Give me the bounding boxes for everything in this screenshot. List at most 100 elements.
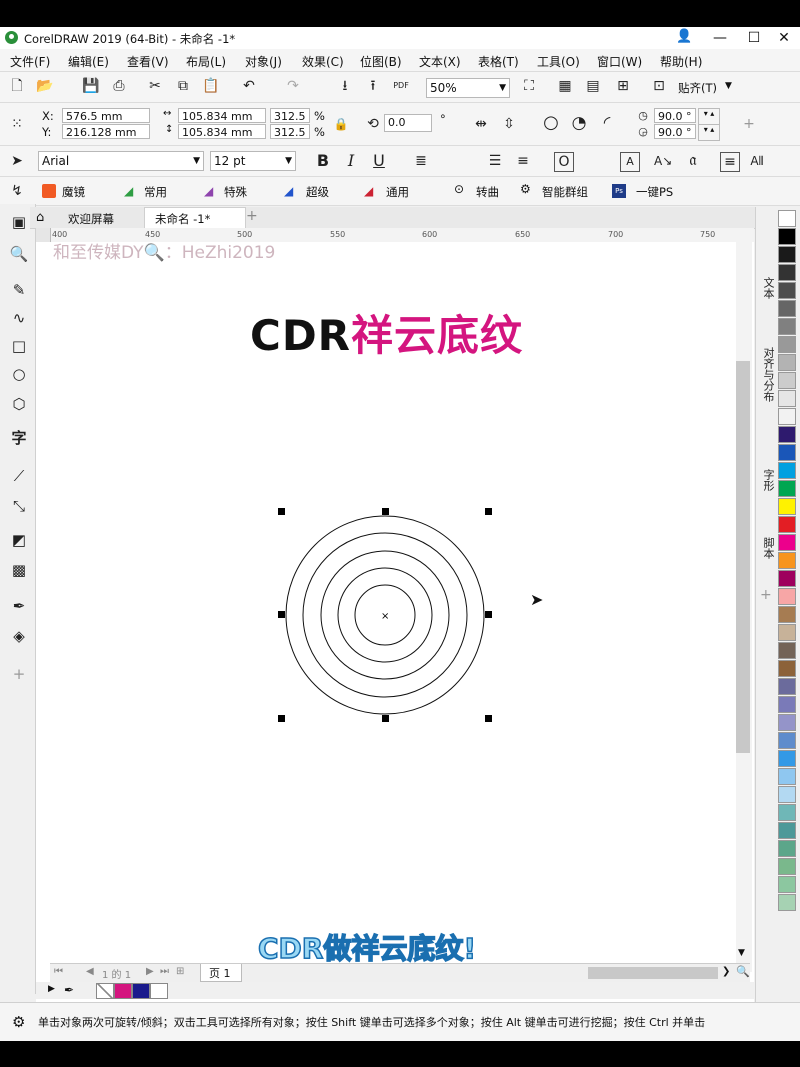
freehand-tool-icon[interactable]: ✎ bbox=[9, 280, 29, 300]
export-icon[interactable]: ⭱ bbox=[364, 77, 382, 95]
undo-icon[interactable]: ↶ bbox=[240, 77, 258, 95]
palette-swatch[interactable] bbox=[778, 390, 796, 407]
object-origin-icon[interactable]: ⁙ bbox=[8, 115, 26, 133]
eyedropper-icon[interactable]: ✒ bbox=[64, 983, 74, 997]
menu-help[interactable]: 帮助(H) bbox=[660, 53, 702, 70]
palette-swatch[interactable] bbox=[778, 822, 796, 839]
palette-swatch[interactable] bbox=[778, 498, 796, 515]
palette-swatch[interactable] bbox=[778, 678, 796, 695]
minimize-button[interactable]: — bbox=[706, 28, 734, 48]
snap-to-label[interactable]: 贴齐(T) bbox=[678, 80, 717, 96]
menu-tools[interactable]: 工具(O) bbox=[537, 53, 580, 70]
spinner-icon[interactable]: ▾ ▴ bbox=[698, 108, 720, 125]
palette-swatch[interactable] bbox=[778, 444, 796, 461]
palette-swatch[interactable] bbox=[778, 750, 796, 767]
cut-icon[interactable]: ✂ bbox=[146, 77, 164, 95]
zoom-tool-icon[interactable]: 🔍 bbox=[9, 244, 29, 264]
vertical-scroll-thumb[interactable] bbox=[736, 361, 750, 753]
palette-swatch[interactable] bbox=[778, 714, 796, 731]
palette-swatch[interactable] bbox=[778, 606, 796, 623]
docker-align-tab[interactable]: 对齐与分布 bbox=[760, 347, 776, 402]
paste-icon[interactable]: 📋 bbox=[202, 77, 220, 95]
lock-ratio-icon[interactable]: 🔒 bbox=[332, 115, 350, 133]
transparency-icon[interactable]: ▩ bbox=[9, 560, 29, 580]
zoom-navigator-icon[interactable]: 🔍 bbox=[736, 965, 750, 978]
node-tool-icon[interactable]: ↯ bbox=[8, 182, 26, 200]
palette-swatch[interactable] bbox=[778, 228, 796, 245]
palette-swatch[interactable] bbox=[778, 354, 796, 371]
char-format-icon[interactable]: A bbox=[620, 152, 640, 172]
parallel-dimension-icon[interactable]: ⟋ bbox=[9, 466, 29, 486]
first-page-icon[interactable]: ⏮ bbox=[54, 966, 63, 977]
selection-handle[interactable] bbox=[382, 508, 389, 515]
plugin-magic-mirror[interactable]: 魔镜 bbox=[62, 184, 85, 200]
text-tool-icon[interactable]: 字 bbox=[9, 428, 29, 448]
palette-swatch[interactable] bbox=[778, 840, 796, 857]
menu-bitmaps[interactable]: 位图(B) bbox=[360, 53, 402, 70]
selection-handle[interactable] bbox=[278, 611, 285, 618]
selection-handle[interactable] bbox=[278, 508, 285, 515]
chevron-down-icon[interactable]: ▼ bbox=[499, 79, 506, 97]
plugin-convert-curve[interactable]: 转曲 bbox=[476, 184, 499, 200]
menu-window[interactable]: 窗口(W) bbox=[597, 53, 642, 70]
next-page-icon[interactable]: ▶ bbox=[146, 966, 154, 977]
palette-swatch[interactable] bbox=[778, 246, 796, 263]
text-frame-list-icon[interactable]: ≡ bbox=[720, 152, 740, 172]
guidelines-icon[interactable]: ⊞ bbox=[614, 77, 632, 95]
palette-swatch[interactable] bbox=[778, 516, 796, 533]
palette-swatch[interactable] bbox=[778, 588, 796, 605]
pick-tool-icon[interactable]: ▣ bbox=[9, 212, 29, 232]
maximize-button[interactable]: ☐ bbox=[740, 28, 768, 48]
tab-document[interactable]: 未命名 -1* bbox=[144, 207, 246, 229]
palette-swatch[interactable] bbox=[778, 426, 796, 443]
open-folder-icon[interactable]: 📂 bbox=[36, 77, 54, 95]
menu-text[interactable]: 文本(X) bbox=[419, 53, 461, 70]
add-tab-icon[interactable]: + bbox=[246, 208, 258, 224]
ruler-origin[interactable] bbox=[36, 228, 51, 243]
close-button[interactable]: ✕ bbox=[770, 28, 798, 48]
import-icon[interactable]: ⭳ bbox=[336, 77, 354, 95]
add-icon[interactable]: + bbox=[740, 115, 758, 133]
pie-icon[interactable]: ◔ bbox=[570, 114, 588, 132]
selection-handle[interactable] bbox=[278, 715, 285, 722]
palette-swatch[interactable] bbox=[778, 534, 796, 551]
docker-glyph-tab[interactable]: 字形 bbox=[760, 469, 776, 491]
plugin-special[interactable]: 特殊 bbox=[224, 184, 247, 200]
palette-swatch[interactable] bbox=[778, 876, 796, 893]
text-frame-icon[interactable]: O bbox=[554, 152, 574, 172]
no-color-swatch[interactable] bbox=[96, 983, 114, 999]
plugin-smart-group[interactable]: 智能群组 bbox=[542, 184, 588, 200]
palette-swatch[interactable] bbox=[778, 264, 796, 281]
full-screen-icon[interactable]: ⛶ bbox=[520, 77, 538, 95]
artistic-media-icon[interactable]: ∿ bbox=[9, 308, 29, 328]
selection-handle[interactable] bbox=[382, 715, 389, 722]
palette-swatch[interactable] bbox=[778, 462, 796, 479]
menu-file[interactable]: 文件(F) bbox=[10, 53, 50, 70]
mirror-vertical-icon[interactable]: ⇳ bbox=[500, 115, 518, 133]
redo-icon[interactable]: ↷ bbox=[284, 77, 302, 95]
arc-icon[interactable]: ◜ bbox=[598, 114, 616, 132]
palette-swatch[interactable] bbox=[778, 570, 796, 587]
add-tool-icon[interactable]: + bbox=[9, 664, 29, 684]
chevron-down-icon[interactable]: ▼ bbox=[285, 152, 292, 170]
palette-swatch[interactable] bbox=[778, 372, 796, 389]
last-page-icon[interactable]: ⏭ bbox=[160, 966, 169, 977]
spinner-icon[interactable]: ▾ ▴ bbox=[698, 124, 720, 141]
copy-icon[interactable]: ⧉ bbox=[174, 77, 192, 95]
height-field[interactable]: 105.834 mm bbox=[178, 124, 266, 139]
ellipse-tool-icon[interactable]: ○ bbox=[9, 364, 29, 384]
concentric-circles[interactable]: × bbox=[276, 506, 496, 724]
polygon-tool-icon[interactable]: ⬡ bbox=[9, 394, 29, 414]
mirror-horizontal-icon[interactable]: ⇹ bbox=[472, 115, 490, 133]
docker-script-tab[interactable]: 脚本 bbox=[760, 537, 776, 559]
bullet-list-icon[interactable]: ☰ bbox=[486, 152, 504, 170]
palette-swatch[interactable] bbox=[778, 318, 796, 335]
rotation-field[interactable]: 0.0 bbox=[384, 114, 432, 132]
connector-tool-icon[interactable]: ⤡ bbox=[9, 496, 29, 516]
palette-swatch[interactable] bbox=[778, 858, 796, 875]
palette-swatch[interactable] bbox=[778, 624, 796, 641]
plugin-common[interactable]: 常用 bbox=[144, 184, 167, 200]
interactive-fill-icon[interactable]: ◈ bbox=[9, 626, 29, 646]
home-icon[interactable]: ⌂ bbox=[36, 210, 44, 225]
navy-swatch[interactable] bbox=[132, 983, 150, 999]
